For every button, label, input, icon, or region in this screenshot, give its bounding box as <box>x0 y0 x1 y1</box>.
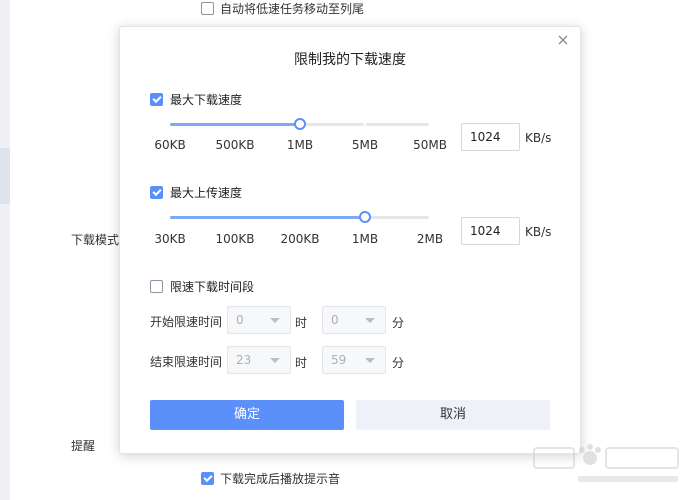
download-tick-label: 50MB <box>413 138 447 152</box>
upload-tick-label: 100KB <box>215 232 255 246</box>
download-mode-label: 下载模式 <box>71 233 120 247</box>
download-speed-unit: KB/s <box>525 131 552 145</box>
play-sound-label: 下载完成后播放提示音 <box>220 472 341 486</box>
max-download-option[interactable]: 最大下载速度 <box>150 91 242 108</box>
start-hour-value: 0 <box>236 313 244 327</box>
max-download-checkbox[interactable] <box>150 93 163 106</box>
settings-sidebar <box>0 0 10 500</box>
time-limit-checkbox[interactable] <box>150 280 163 293</box>
start-time-label: 开始限速时间 <box>150 315 223 329</box>
upload-speed-slider[interactable] <box>170 211 430 225</box>
upload-tick-label: 30KB <box>154 232 186 246</box>
download-speed-slider[interactable] <box>170 118 430 132</box>
download-tick-label: 1MB <box>286 138 314 152</box>
download-tick-label: 5MB <box>351 138 379 152</box>
upload-tick-label: 200KB <box>280 232 320 246</box>
chevron-down-icon <box>365 318 375 323</box>
close-icon[interactable] <box>556 33 570 47</box>
download-speed-input[interactable]: 1024 <box>461 123 520 151</box>
download-track-segment <box>301 123 364 126</box>
reminder-label: 提醒 <box>71 439 96 453</box>
end-hour-value: 23 <box>236 353 252 367</box>
start-hour-select[interactable]: 0 <box>227 306 291 334</box>
speed-limit-dialog: 限制我的下载速度 最大下载速度 1024 KB/s 最大上传速度 1024 KB… <box>119 26 581 454</box>
end-minute-select[interactable]: 59 <box>322 346 386 374</box>
time-limit-label: 限速下载时间段 <box>170 280 255 294</box>
download-tick-label: 60KB <box>154 138 186 152</box>
confirm-button[interactable]: 确定 <box>150 400 344 430</box>
start-minute-select[interactable]: 0 <box>322 306 386 334</box>
end-time-label: 结束限速时间 <box>150 355 223 369</box>
dialog-title: 限制我的下载速度 <box>294 52 406 68</box>
baidu-jingyan-watermark <box>533 444 679 482</box>
chevron-down-icon <box>365 358 375 363</box>
download-slider-thumb[interactable] <box>294 118 306 130</box>
start-minute-value: 0 <box>331 313 339 327</box>
chevron-down-icon <box>270 318 280 323</box>
move-slow-tasks-option[interactable]: 自动将低速任务移动至列尾 <box>201 0 364 17</box>
download-track-segment <box>366 123 429 126</box>
upload-slider-thumb[interactable] <box>359 211 371 223</box>
end-minute-unit: 分 <box>392 356 405 370</box>
end-hour-select[interactable]: 23 <box>227 346 291 374</box>
upload-speed-unit: KB/s <box>525 225 552 239</box>
max-upload-option[interactable]: 最大上传速度 <box>150 184 242 201</box>
time-limit-option[interactable]: 限速下载时间段 <box>150 278 254 295</box>
download-tick-label: 500KB <box>215 138 255 152</box>
max-download-label: 最大下载速度 <box>170 93 243 107</box>
upload-speed-input[interactable]: 1024 <box>461 217 520 245</box>
sidebar-active-item <box>0 148 10 204</box>
upload-tick-label: 2MB <box>416 232 444 246</box>
play-sound-option[interactable]: 下载完成后播放提示音 <box>201 470 340 487</box>
cancel-button[interactable]: 取消 <box>356 400 550 430</box>
chevron-down-icon <box>270 358 280 363</box>
play-sound-checkbox[interactable] <box>201 472 214 485</box>
max-upload-checkbox[interactable] <box>150 186 163 199</box>
end-hour-unit: 时 <box>295 356 308 370</box>
start-minute-unit: 分 <box>392 316 405 330</box>
upload-tick-label: 1MB <box>351 232 379 246</box>
max-upload-label: 最大上传速度 <box>170 186 243 200</box>
move-slow-tasks-label: 自动将低速任务移动至列尾 <box>220 2 365 16</box>
move-slow-tasks-checkbox[interactable] <box>201 2 214 15</box>
upload-track-fill <box>170 216 365 219</box>
end-minute-value: 59 <box>331 353 347 367</box>
start-hour-unit: 时 <box>295 316 308 330</box>
download-track-fill <box>170 123 300 126</box>
upload-track-segment <box>366 216 429 219</box>
